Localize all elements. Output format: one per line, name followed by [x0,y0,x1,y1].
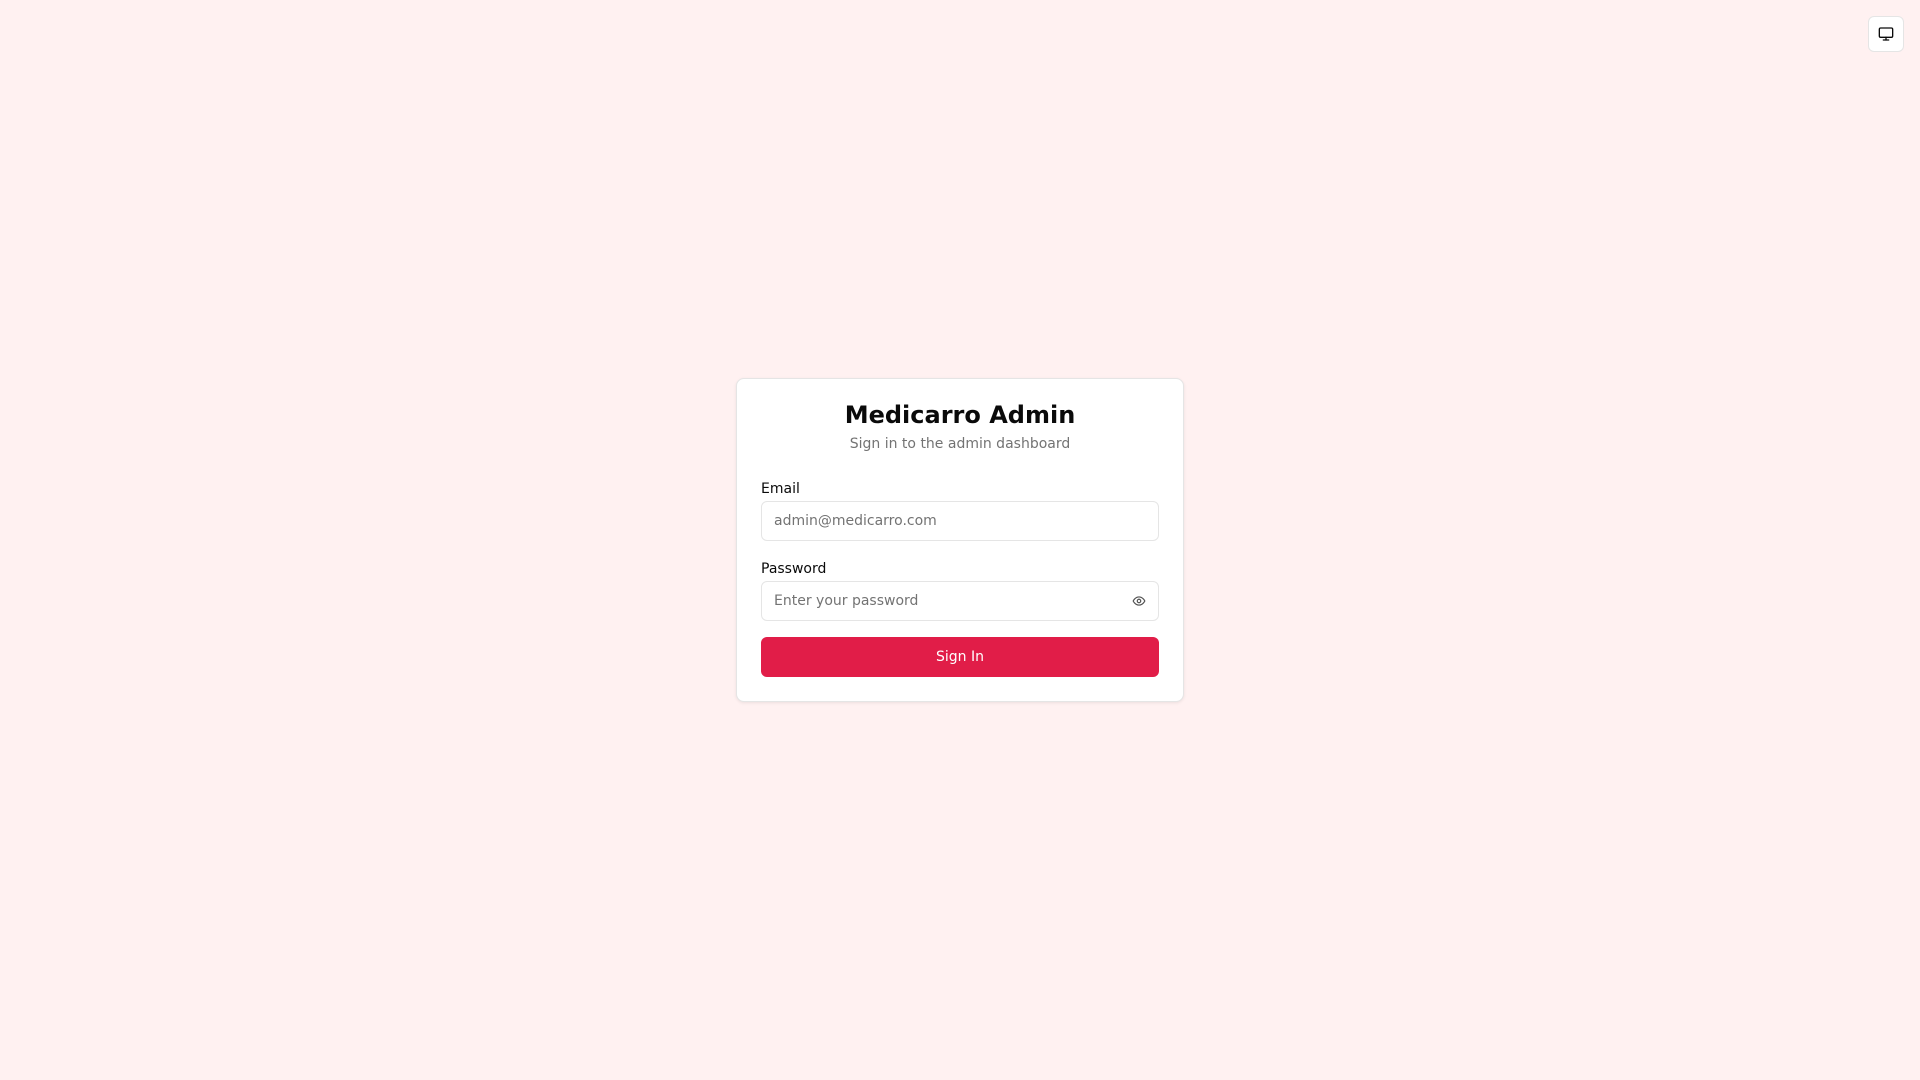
password-label: Password [761,561,827,577]
login-card: Medicarro Admin Sign in to the admin das… [736,378,1184,702]
email-label: Email [761,481,800,497]
password-field[interactable] [761,581,1159,621]
theme-toggle-button[interactable] [1868,16,1904,52]
page-title: Medicarro Admin [844,401,1076,429]
email-field[interactable] [761,501,1159,541]
eye-icon[interactable] [1127,589,1151,613]
sign-in-button[interactable]: Sign In [761,637,1159,677]
monitor-icon [1878,26,1894,42]
page-subtitle: Sign in to the admin dashboard [849,436,1071,452]
